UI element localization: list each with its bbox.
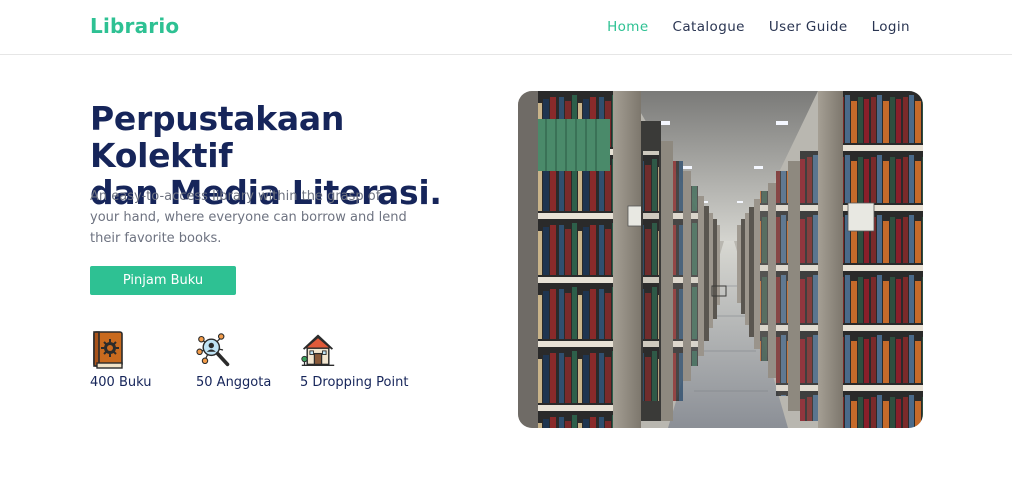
library-aisle-illustration bbox=[518, 91, 923, 428]
borrow-book-button[interactable]: Pinjam Buku bbox=[90, 266, 236, 295]
stat-members: 50 Anggota bbox=[196, 330, 271, 390]
stat-dropping-points-label: 5 Dropping Point bbox=[300, 375, 409, 390]
nav-link-catalogue[interactable]: Catalogue bbox=[673, 19, 745, 35]
stat-dropping-points: 5 Dropping Point bbox=[300, 330, 408, 390]
nav-link-home[interactable]: Home bbox=[607, 19, 648, 35]
stat-members-label: 50 Anggota bbox=[196, 375, 272, 390]
library-aisle-image bbox=[518, 91, 923, 428]
stat-books-label: 400 Buku bbox=[90, 375, 152, 390]
hero-description: An easy-to-access library within the gra… bbox=[90, 189, 407, 246]
nav-links: Home Catalogue User Guide Login bbox=[607, 19, 910, 35]
members-network-icon bbox=[196, 333, 230, 367]
hero-title-line-1: Perpustakaan Kolektif bbox=[90, 99, 345, 175]
nav-link-user-guide[interactable]: User Guide bbox=[769, 19, 848, 35]
stat-books: 400 Buku bbox=[90, 330, 151, 390]
navbar: Librario Home Catalogue User Guide Login bbox=[0, 0, 1012, 55]
house-icon bbox=[301, 334, 335, 367]
brand-logo[interactable]: Librario bbox=[90, 14, 179, 38]
book-icon bbox=[93, 331, 123, 369]
nav-link-login[interactable]: Login bbox=[872, 19, 910, 35]
